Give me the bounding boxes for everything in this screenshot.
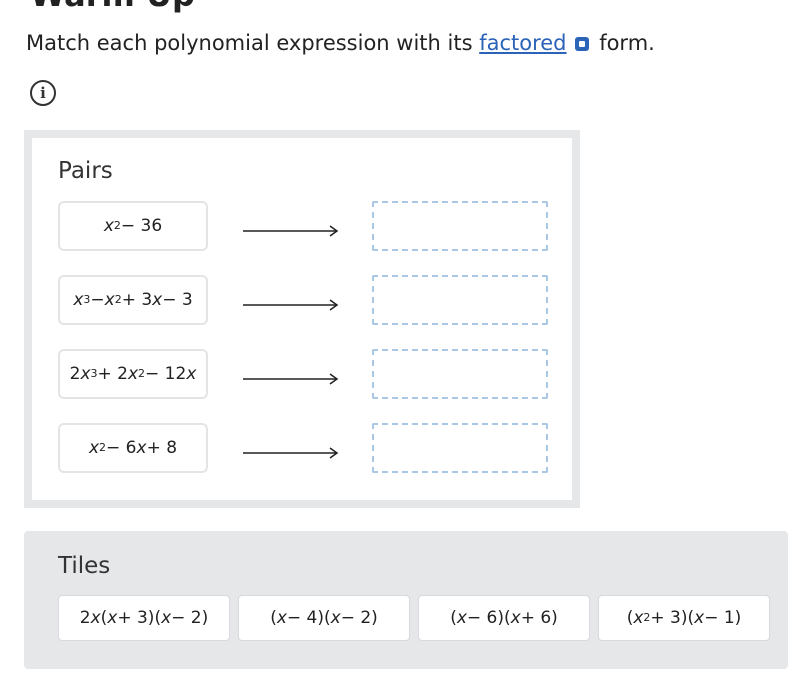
- pair-prompt-3: 2x3 + 2x2 − 12 x: [58, 349, 208, 399]
- pair-prompt-2: x3 − x2 + 3x − 3: [58, 275, 208, 325]
- instructions: Match each polynomial expression with it…: [26, 28, 655, 58]
- drop-zone-1[interactable]: [372, 201, 548, 251]
- right-arrow-icon: [243, 447, 339, 459]
- drop-zone-3[interactable]: [372, 349, 548, 399]
- pair-prompt-4: x2 − 6x + 8: [58, 423, 208, 473]
- right-arrow-icon: [243, 225, 339, 237]
- info-icon[interactable]: i: [30, 80, 56, 106]
- tile-1[interactable]: 2 x(x + 3)(x − 2): [58, 595, 230, 641]
- pairs-panel: Pairs x2 − 36 x3 − x2 + 3x − 3 2x3 + 2x2…: [24, 130, 580, 508]
- pairs-title: Pairs: [58, 158, 113, 184]
- pair-prompt-1: x2 − 36: [58, 201, 208, 251]
- instructions-text-end: form.: [592, 31, 655, 55]
- external-link-icon[interactable]: [574, 37, 589, 51]
- tile-4[interactable]: (x 2 + 3)(x − 1): [598, 595, 770, 641]
- tile-2[interactable]: (x − 4)(x − 2): [238, 595, 410, 641]
- tiles-panel: Tiles 2 x(x + 3)(x − 2) (x − 4)(x − 2) (x…: [24, 531, 788, 669]
- drop-zone-4[interactable]: [372, 423, 548, 473]
- glossary-link-factored[interactable]: factored: [479, 31, 566, 55]
- tile-3[interactable]: (x − 6)(x + 6): [418, 595, 590, 641]
- tiles-title: Tiles: [58, 553, 111, 579]
- instructions-text-start: Match each polynomial expression with it…: [26, 31, 480, 55]
- drop-zone-2[interactable]: [372, 275, 548, 325]
- right-arrow-icon: [243, 373, 339, 385]
- right-arrow-icon: [243, 299, 339, 311]
- page-title: Warm Up: [30, 0, 195, 12]
